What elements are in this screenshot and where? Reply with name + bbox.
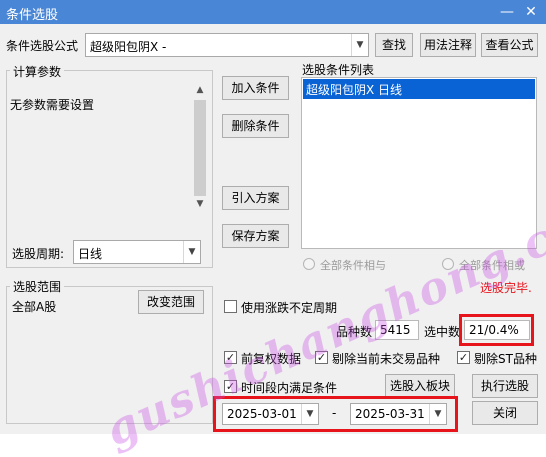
- range-value: 全部A股: [12, 300, 57, 314]
- scroll-down-icon[interactable]: ▼: [192, 196, 208, 212]
- chevron-down-icon[interactable]: ▼: [183, 241, 200, 263]
- and-label: 全部条件相与: [320, 259, 386, 272]
- close-button[interactable]: 关闭: [472, 401, 538, 425]
- period-label: 选股周期:: [12, 247, 65, 261]
- close-icon[interactable]: ✕: [520, 2, 542, 22]
- import-plan-button[interactable]: 引入方案: [222, 186, 289, 210]
- uncertain-period-checkbox[interactable]: [224, 300, 237, 313]
- date-highlight-box: [213, 396, 458, 432]
- change-range-button[interactable]: 改变范围: [138, 290, 204, 314]
- view-formula-button[interactable]: 查看公式: [481, 33, 538, 57]
- run-selection-button[interactable]: 执行选股: [472, 374, 538, 398]
- exclude-st-label: 剔除ST品种: [474, 352, 537, 366]
- save-plan-button[interactable]: 保存方案: [222, 224, 289, 248]
- add-condition-button[interactable]: 加入条件: [222, 76, 289, 100]
- selected-highlight-box: [459, 314, 534, 346]
- window-title: 条件选股: [6, 8, 59, 23]
- exclude-st-checkbox[interactable]: ✓: [457, 351, 470, 364]
- params-legend: 计算参数: [10, 63, 65, 80]
- condition-list[interactable]: 超级阳包阴X 日线: [301, 77, 537, 249]
- list-item[interactable]: 超级阳包阴X 日线: [303, 79, 535, 99]
- selected-label: 选中数: [424, 325, 461, 339]
- formula-value: 超级阳包阴X -: [90, 40, 167, 54]
- minimize-icon[interactable]: —: [496, 2, 518, 22]
- title-bar: 条件选股 — ✕: [0, 0, 546, 24]
- usage-button[interactable]: 用法注释: [420, 33, 476, 57]
- chevron-down-icon[interactable]: ▼: [351, 34, 368, 56]
- range-legend: 选股范围: [10, 278, 65, 295]
- period-combo[interactable]: 日线 ▼: [73, 240, 201, 264]
- to-block-button[interactable]: 选股入板块: [385, 374, 455, 398]
- params-scrollbar[interactable]: ▲ ▼: [192, 82, 208, 212]
- params-text: 无参数需要设置: [10, 98, 95, 112]
- delete-condition-button[interactable]: 删除条件: [222, 114, 289, 138]
- condition-list-label: 选股条件列表: [302, 63, 375, 77]
- period-value: 日线: [78, 247, 103, 261]
- scroll-thumb[interactable]: [194, 100, 206, 196]
- scroll-up-icon[interactable]: ▲: [192, 82, 208, 98]
- formula-combo[interactable]: 超级阳包阴X - ▼: [85, 33, 369, 57]
- find-button[interactable]: 查找: [375, 33, 413, 57]
- formula-label: 条件选股公式: [6, 39, 79, 53]
- and-radio[interactable]: [303, 258, 315, 270]
